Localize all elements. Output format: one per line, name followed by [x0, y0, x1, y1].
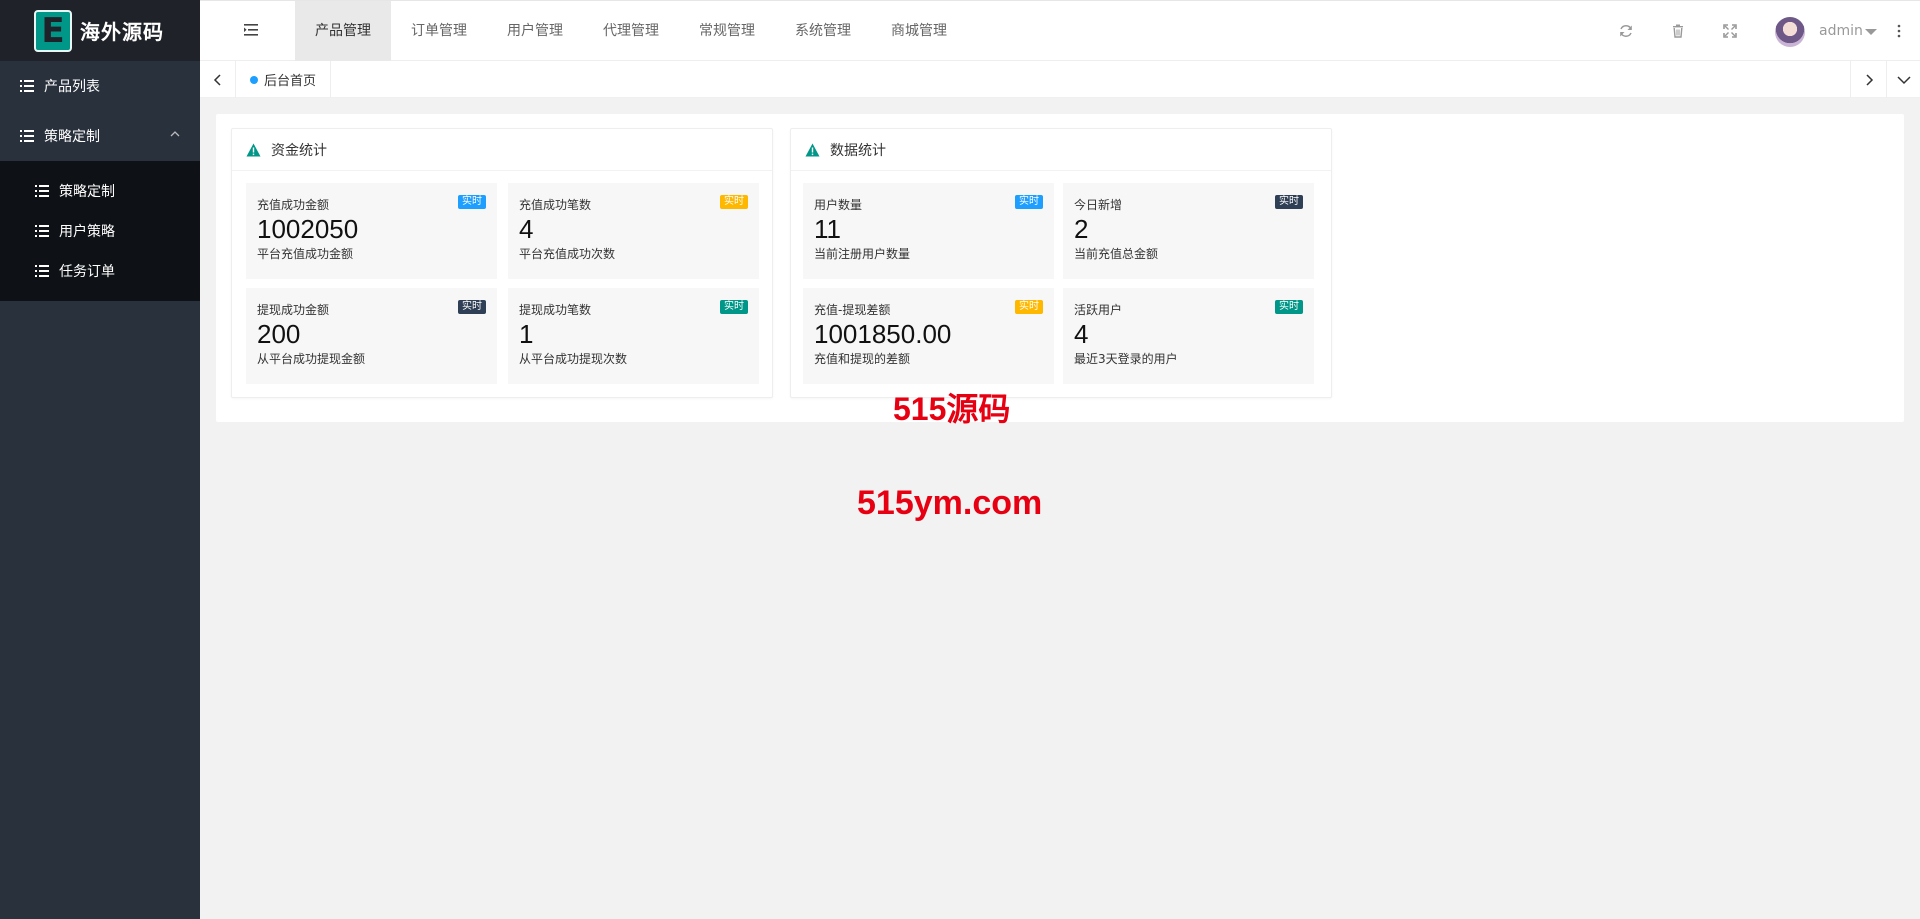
stat-description: 当前注册用户数量	[814, 247, 911, 261]
chevron-up-icon	[170, 131, 180, 137]
sidebar-item-product-list[interactable]: 产品列表	[0, 61, 200, 111]
topnav-item-general[interactable]: 常规管理	[679, 1, 775, 61]
sidebar: E 海外源码 产品列表 策略定制 策略定制 用户策略 任务订单	[0, 0, 200, 919]
stat-value: 4	[1074, 319, 1089, 349]
trash-icon[interactable]	[1670, 23, 1686, 39]
tab-home-label: 后台首页	[264, 74, 317, 89]
chevron-right-icon	[1865, 73, 1873, 86]
stat-card: 充值成功笔数 4 平台充值成功次数 实时	[508, 183, 759, 279]
stat-card: 提现成功金额 200 从平台成功提现金额 实时	[246, 288, 497, 384]
topnav-item-orders[interactable]: 订单管理	[391, 1, 487, 61]
stat-title: 提现成功金额	[257, 303, 330, 317]
tab-home[interactable]: 后台首页	[236, 61, 332, 98]
funds-stats-panel: 资金统计 充值成功金额 1002050 平台充值成功金额 实时 充值成功笔数 4…	[231, 128, 773, 398]
page-tabs-bar: 后台首页	[200, 61, 1920, 98]
list-icon	[35, 225, 49, 237]
stat-value: 1002050	[257, 214, 359, 244]
caret-down-icon[interactable]	[1865, 29, 1877, 35]
stat-description: 从平台成功提现金额	[257, 352, 366, 366]
realtime-badge: 实时	[720, 195, 748, 209]
panel-header: 数据统计	[791, 129, 1331, 171]
stat-title: 充值-提现差额	[814, 303, 891, 317]
logo[interactable]: E 海外源码	[0, 0, 200, 61]
brand-name: 海外源码	[80, 20, 164, 44]
stat-value: 11	[814, 214, 841, 244]
list-icon	[20, 80, 34, 92]
stat-value: 4	[519, 214, 534, 244]
stat-title: 充值成功笔数	[519, 198, 592, 212]
topnav-item-products[interactable]: 产品管理	[295, 1, 391, 61]
sidebar-subitem-label: 任务订单	[59, 264, 115, 280]
avatar[interactable]	[1775, 17, 1805, 47]
sidebar-item-label: 策略定制	[44, 129, 100, 145]
stat-value: 1	[519, 319, 534, 349]
stat-title: 活跃用户	[1074, 303, 1123, 317]
menu-collapse-icon[interactable]	[244, 23, 260, 37]
stat-description: 充值和提现的差额	[814, 352, 911, 366]
dashboard-card: 资金统计 充值成功金额 1002050 平台充值成功金额 实时 充值成功笔数 4…	[216, 114, 1904, 422]
topnav-item-users[interactable]: 用户管理	[487, 1, 583, 61]
sidebar-subitem-strategy[interactable]: 策略定制	[0, 171, 200, 211]
stat-description: 平台充值成功金额	[257, 247, 354, 261]
stat-card: 充值-提现差额 1001850.00 充值和提现的差额 实时	[803, 288, 1054, 384]
sidebar-item-strategy[interactable]: 策略定制	[0, 111, 200, 161]
stat-description: 当前充值总金额	[1074, 247, 1159, 261]
sidebar-subitem-label: 策略定制	[59, 184, 115, 200]
sidebar-subitem-task-orders[interactable]: 任务订单	[0, 251, 200, 291]
sidebar-subitem-user-strategy[interactable]: 用户策略	[0, 211, 200, 251]
realtime-badge: 实时	[1275, 195, 1303, 209]
stat-card: 用户数量 11 当前注册用户数量 实时	[803, 183, 1054, 279]
topnav-item-agents[interactable]: 代理管理	[583, 1, 679, 61]
stat-description: 平台充值成功次数	[519, 247, 616, 261]
chevron-left-icon	[213, 73, 221, 86]
topnav-item-system[interactable]: 系统管理	[775, 1, 871, 61]
chevron-down-icon	[1896, 75, 1911, 84]
stat-card: 提现成功笔数 1 从平台成功提现次数 实时	[508, 288, 759, 384]
stat-title: 提现成功笔数	[519, 303, 592, 317]
stat-title: 用户数量	[814, 198, 863, 212]
stat-description: 从平台成功提现次数	[519, 352, 628, 366]
watermark-url: 515ym.com	[857, 484, 1043, 522]
panel-title: 数据统计	[830, 142, 886, 159]
active-dot-icon	[250, 75, 258, 84]
list-icon	[20, 130, 34, 142]
sidebar-subitem-label: 用户策略	[59, 224, 115, 240]
stat-value: 200	[257, 319, 301, 349]
top-header: 产品管理 订单管理 用户管理 代理管理 常规管理 系统管理 商城管理 admin	[200, 0, 1920, 61]
realtime-badge: 实时	[1015, 195, 1043, 209]
realtime-badge: 实时	[1275, 300, 1303, 314]
realtime-badge: 实时	[458, 195, 486, 209]
watermark-text: 515源码	[893, 391, 1011, 427]
list-icon	[35, 185, 49, 197]
tabs-next-button[interactable]	[1850, 61, 1886, 98]
panel-title: 资金统计	[271, 142, 327, 159]
sidebar-subnav: 策略定制 用户策略 任务订单	[0, 161, 200, 301]
stat-title: 充值成功金额	[257, 198, 330, 212]
stat-description: 最近3天登录的用户	[1074, 352, 1178, 366]
fullscreen-icon[interactable]	[1722, 23, 1738, 39]
top-nav: 产品管理 订单管理 用户管理 代理管理 常规管理 系统管理 商城管理	[295, 1, 967, 61]
realtime-badge: 实时	[720, 300, 748, 314]
list-icon	[35, 265, 49, 277]
refresh-icon[interactable]	[1618, 23, 1634, 39]
data-stats-panel: 数据统计 用户数量 11 当前注册用户数量 实时 今日新增 2 当前充值总金额 …	[790, 128, 1332, 398]
tabs-menu-button[interactable]	[1886, 61, 1920, 98]
more-vertical-icon[interactable]	[1897, 23, 1901, 39]
stat-value: 2	[1074, 214, 1089, 244]
realtime-badge: 实时	[458, 300, 486, 314]
warning-icon	[805, 143, 820, 156]
sidebar-item-label: 产品列表	[44, 79, 100, 95]
stat-value: 1001850.00	[814, 319, 952, 349]
tabs-prev-button[interactable]	[200, 61, 236, 98]
stat-title: 今日新增	[1074, 198, 1123, 212]
logo-icon: E	[34, 9, 72, 52]
stat-card: 今日新增 2 当前充值总金额 实时	[1063, 183, 1314, 279]
stat-card: 充值成功金额 1002050 平台充值成功金额 实时	[246, 183, 497, 279]
stat-card: 活跃用户 4 最近3天登录的用户 实时	[1063, 288, 1314, 384]
warning-icon	[246, 143, 261, 156]
topnav-item-shop[interactable]: 商城管理	[871, 1, 967, 61]
user-name[interactable]: admin	[1819, 23, 1863, 39]
panel-header: 资金统计	[232, 129, 772, 171]
realtime-badge: 实时	[1015, 300, 1043, 314]
